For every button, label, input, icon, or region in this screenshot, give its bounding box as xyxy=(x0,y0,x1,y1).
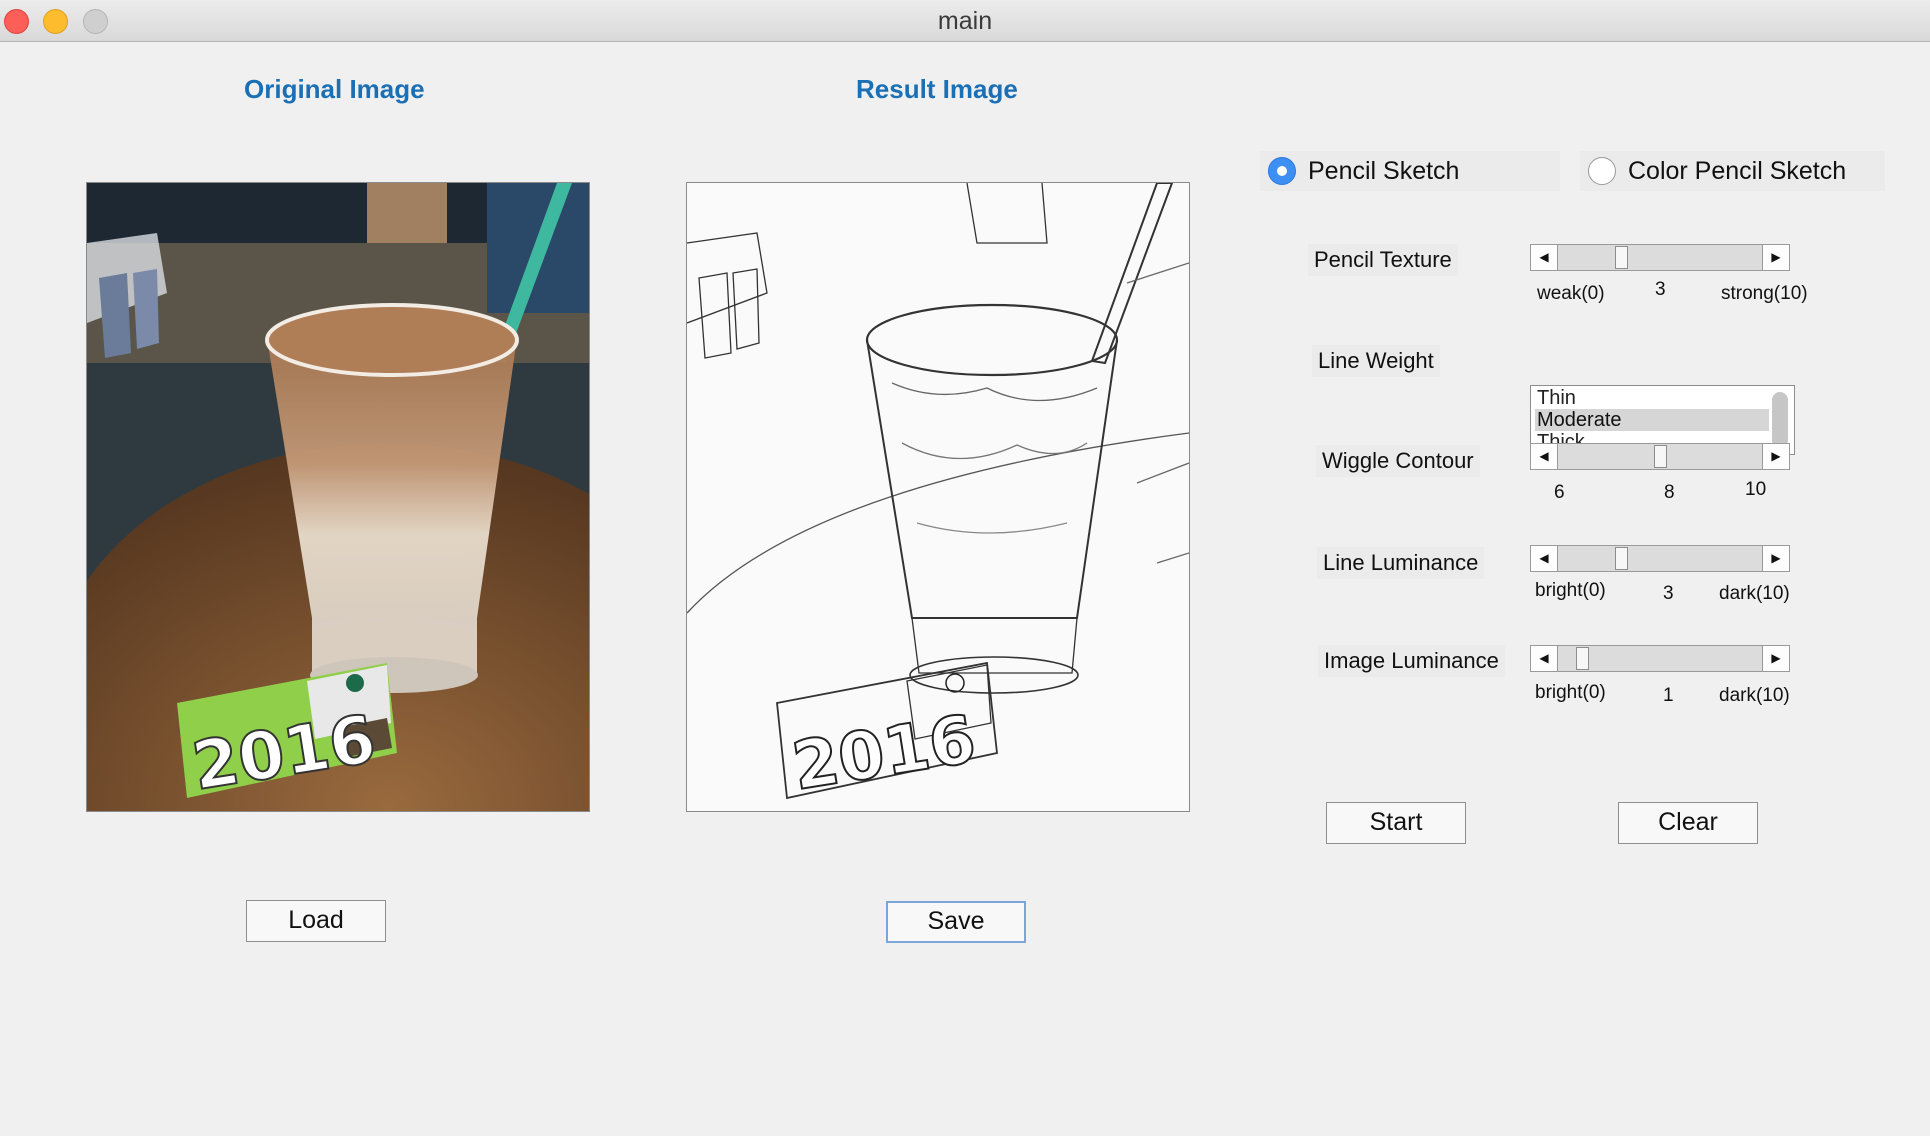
listbox-scrollbar[interactable] xyxy=(1772,392,1788,448)
image-luminance-value-label: 1 xyxy=(1663,685,1674,706)
arrow-right-icon[interactable]: ▶ xyxy=(1762,444,1789,469)
start-button[interactable]: Start xyxy=(1326,802,1466,844)
clear-button[interactable]: Clear xyxy=(1618,802,1758,844)
line-luminance-slider[interactable]: ◀ ▶ xyxy=(1530,545,1790,572)
wiggle-contour-max-label: 10 xyxy=(1745,479,1767,500)
result-image-heading: Result Image xyxy=(856,74,1018,104)
arrow-left-icon[interactable]: ◀ xyxy=(1531,646,1558,671)
wiggle-contour-value-label: 8 xyxy=(1664,482,1675,503)
line-weight-option-moderate[interactable]: Moderate xyxy=(1535,409,1769,431)
image-luminance-min-label: bright(0) xyxy=(1535,682,1606,703)
arrow-right-icon[interactable]: ▶ xyxy=(1762,646,1789,671)
slider-thumb[interactable] xyxy=(1576,647,1590,670)
pencil-texture-min-label: weak(0) xyxy=(1537,283,1605,304)
main-panel: Original Image Result Image 2016 2016 Lo… xyxy=(0,42,1930,1136)
slider-thumb[interactable] xyxy=(1653,445,1667,468)
line-weight-option-thin[interactable]: Thin xyxy=(1535,387,1769,409)
image-luminance-label: Image Luminance xyxy=(1318,645,1505,677)
radio-unselected-icon xyxy=(1588,157,1616,185)
sketch-image: 2016 xyxy=(687,183,1189,811)
slider-thumb[interactable] xyxy=(1614,547,1628,570)
pencil-texture-slider[interactable]: ◀ ▶ xyxy=(1530,244,1790,271)
arrow-left-icon[interactable]: ◀ xyxy=(1531,546,1558,571)
result-image: 2016 xyxy=(686,182,1190,812)
original-photo: 2016 xyxy=(87,183,589,811)
load-button[interactable]: Load xyxy=(246,900,386,942)
pencil-texture-label: Pencil Texture xyxy=(1308,244,1458,276)
radio-label-pencil-sketch: Pencil Sketch xyxy=(1308,156,1460,185)
arrow-left-icon[interactable]: ◀ xyxy=(1531,245,1558,270)
line-luminance-min-label: bright(0) xyxy=(1535,580,1606,601)
original-image: 2016 xyxy=(86,182,590,812)
line-luminance-label: Line Luminance xyxy=(1317,547,1485,579)
slider-thumb[interactable] xyxy=(1614,246,1628,269)
arrow-right-icon[interactable]: ▶ xyxy=(1762,546,1789,571)
radio-selected-icon xyxy=(1268,157,1296,185)
wiggle-contour-min-label: 6 xyxy=(1554,482,1565,503)
pencil-texture-max-label: strong(10) xyxy=(1721,283,1808,304)
wiggle-contour-label: Wiggle Contour xyxy=(1316,445,1480,477)
radio-color-pencil-sketch[interactable]: Color Pencil Sketch xyxy=(1580,151,1885,191)
line-luminance-max-label: dark(10) xyxy=(1719,583,1790,604)
wiggle-contour-slider[interactable]: ◀ ▶ xyxy=(1530,443,1790,470)
line-luminance-value-label: 3 xyxy=(1663,583,1674,604)
image-luminance-max-label: dark(10) xyxy=(1719,685,1790,706)
window-title: main xyxy=(937,7,993,35)
line-weight-label: Line Weight xyxy=(1312,345,1440,377)
image-luminance-slider[interactable]: ◀ ▶ xyxy=(1530,645,1790,672)
arrow-right-icon[interactable]: ▶ xyxy=(1762,245,1789,270)
save-button[interactable]: Save xyxy=(886,901,1026,943)
title-bar: main xyxy=(0,0,1930,42)
radio-pencil-sketch[interactable]: Pencil Sketch xyxy=(1260,151,1560,191)
radio-label-color-pencil-sketch: Color Pencil Sketch xyxy=(1628,156,1847,185)
original-image-heading: Original Image xyxy=(244,74,425,104)
pencil-texture-value-label: 3 xyxy=(1655,279,1666,300)
arrow-left-icon[interactable]: ◀ xyxy=(1531,444,1558,469)
